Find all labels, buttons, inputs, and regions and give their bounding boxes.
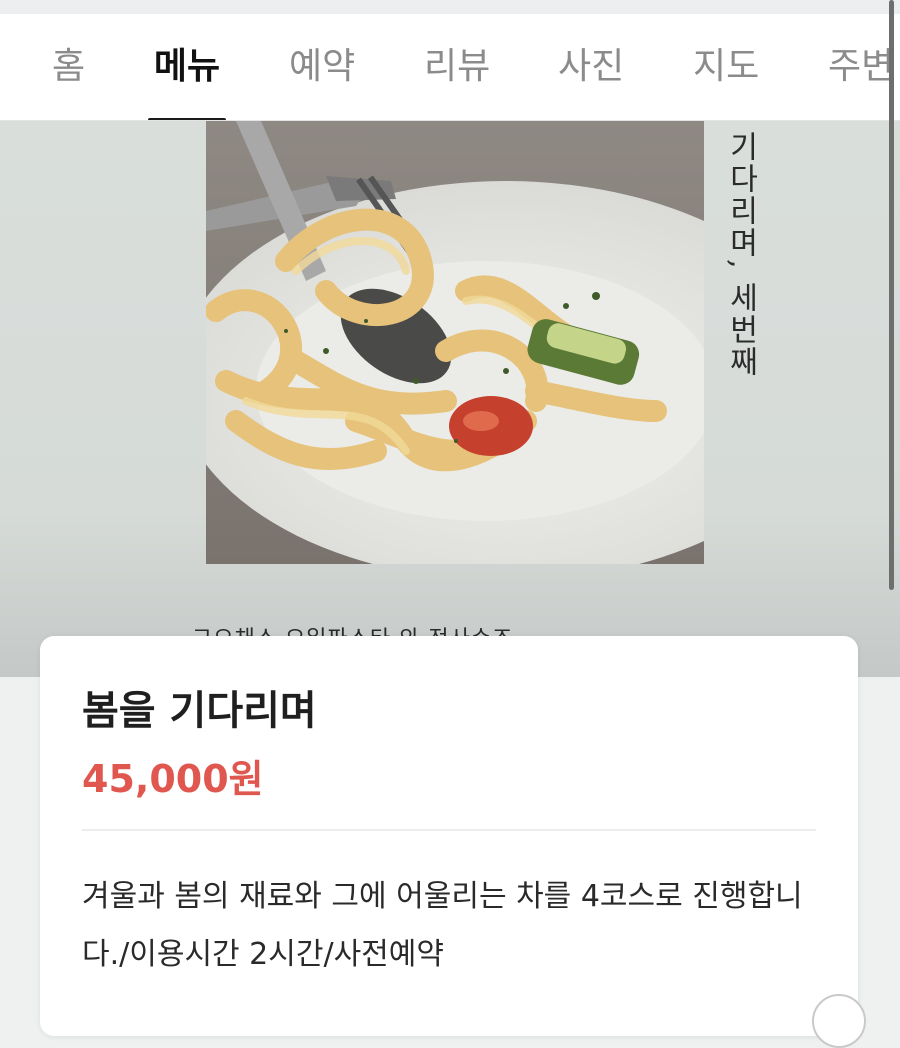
divider: [82, 829, 816, 831]
tab-reviews[interactable]: 리뷰: [424, 14, 490, 120]
tab-home[interactable]: 홈: [52, 14, 85, 120]
menu-hero-image: 기다리며, 세번째 그으채소 오일파스타 와 전사수조: [0, 121, 900, 677]
menu-name: 봄을 기다리며: [82, 688, 317, 734]
tab-map[interactable]: 지도: [693, 14, 759, 120]
menu-price: 45,000원: [82, 757, 264, 801]
status-strip: [0, 0, 900, 14]
pasta-photo: [206, 121, 704, 564]
tab-bar: 홈 메뉴 예약 리뷰 사진 지도 주변: [0, 14, 900, 121]
tab-nearby[interactable]: 주변: [828, 14, 894, 120]
scroll-top-button[interactable]: [812, 994, 866, 1048]
menu-description: 겨울과 봄의 재료와 그에 어울리는 차를 4코스로 진행합니다./이용시간 2…: [82, 879, 803, 972]
tab-photos[interactable]: 사진: [558, 14, 624, 120]
tab-menu[interactable]: 메뉴: [148, 14, 226, 120]
tab-reservation[interactable]: 예약: [289, 14, 355, 120]
hero-vertical-title: 기다리며, 세번째: [723, 131, 758, 379]
scrollbar[interactable]: [889, 0, 894, 590]
menu-detail-card: 봄을 기다리며 45,000원 겨울과 봄의 재료와 그에 어울리는 차를 4코…: [40, 636, 858, 1036]
